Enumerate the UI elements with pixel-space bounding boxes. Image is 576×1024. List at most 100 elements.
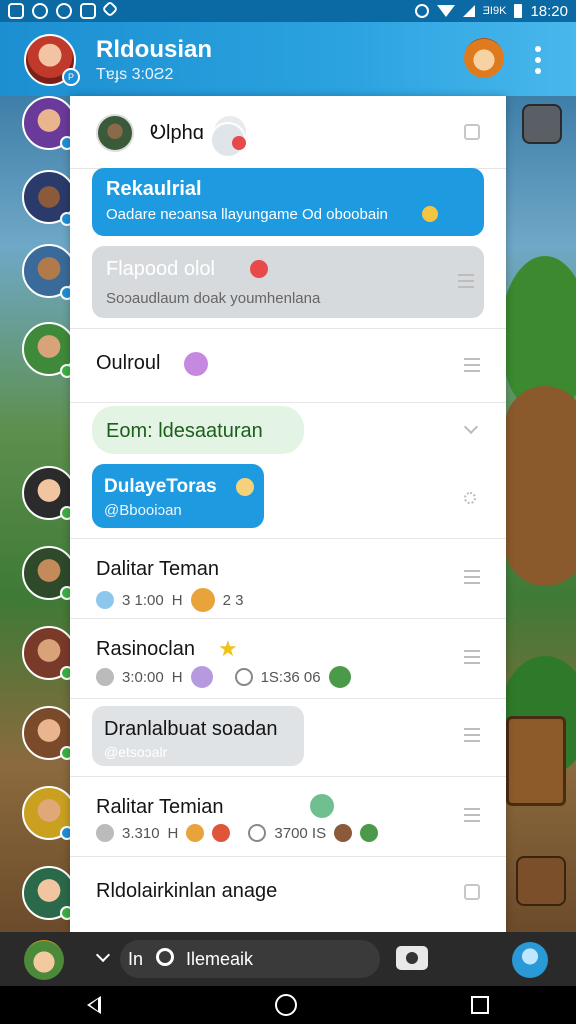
bubble-text: Soɔaudlaum doak youmhenlana <box>106 290 321 307</box>
chevron-down-icon[interactable] <box>463 419 479 435</box>
header-subtitle: Tɐɟs 3:0Ƨ2 <box>96 66 174 83</box>
camera-icon[interactable] <box>396 946 428 970</box>
emoji-icon <box>360 824 379 842</box>
header-title: Rldousian <box>96 36 213 63</box>
cartoon-creature <box>505 386 576 586</box>
star-button-top <box>522 104 562 144</box>
app-icon <box>56 3 72 19</box>
meta-count: 2 3 <box>222 591 244 609</box>
app-header: P Rldousian Tɐɟs 3:0Ƨ2 <box>0 22 576 96</box>
pill-text: Eom: ldesaaturan <box>106 420 263 442</box>
home-icon[interactable] <box>275 994 297 1016</box>
emoji-icon <box>184 352 208 376</box>
meta-time: 3:0:00 <box>122 668 164 686</box>
game-card <box>506 716 566 806</box>
meta-time: 3 1:00 <box>122 591 164 609</box>
checkbox-icon[interactable] <box>464 124 480 140</box>
contact-name: Rldolairkinlan anage <box>96 880 278 902</box>
contact-name: Oulroul <box>96 352 161 374</box>
chat-row[interactable]: Rldolairkinlan anage <box>70 856 506 932</box>
chat-meta: 3.310 H 3700 IS <box>96 824 379 842</box>
menu-lines-icon[interactable] <box>464 570 480 584</box>
bubble-title: DulayeToras <box>104 476 217 497</box>
image-icon <box>80 3 96 19</box>
coin-icon <box>212 824 231 842</box>
menu-lines-icon[interactable] <box>464 728 480 742</box>
meta-count: 3700 IS <box>274 824 327 842</box>
info-icon <box>96 668 114 686</box>
bubble-text: @Bbooiɔan <box>104 502 182 519</box>
chat-meta: 3:0:00 H 1S:36 06 <box>96 666 351 688</box>
recent-apps-icon[interactable] <box>471 996 489 1014</box>
contact-name: Dranlalbuat soadan <box>104 718 278 740</box>
meta-flag: H <box>171 668 183 686</box>
notification-icon <box>8 3 24 19</box>
profile-icon[interactable] <box>512 942 548 978</box>
status-bar: ƎI9K 18:20 <box>0 0 576 22</box>
bottom-bar: In Ilemeaik <box>0 932 576 986</box>
back-icon[interactable] <box>87 996 101 1014</box>
emoji-icon <box>236 478 254 496</box>
profile-badge: P <box>62 68 80 86</box>
chat-row[interactable]: Oulroul <box>70 328 506 402</box>
meta-time: 3.310 <box>122 824 160 842</box>
contact-name: Ralitar Temian <box>96 796 224 818</box>
meta-flag: H <box>171 591 183 609</box>
network-label: ƎI9K <box>482 5 507 17</box>
clock: 18:20 <box>530 2 568 20</box>
chat-row[interactable]: Rasinoclan ★ 3:0:00 H 1S:36 06 <box>70 618 506 698</box>
system-nav-bar <box>0 986 576 1024</box>
emoji-icon <box>232 136 246 150</box>
clock-icon <box>248 824 267 842</box>
checkbox-icon[interactable] <box>464 884 480 900</box>
chat-list-panel: Ꭷlphɑ Rekaulrial Oadare neɔansa llayunga… <box>70 96 506 932</box>
top-row[interactable]: Ꭷlphɑ <box>70 96 506 168</box>
star-button-bottom <box>516 856 566 906</box>
clock-icon <box>234 668 253 686</box>
menu-lines-icon[interactable] <box>464 808 480 822</box>
contact-name: Dalitar Teman <box>96 558 220 580</box>
search-label: Ilemeaik <box>186 949 254 969</box>
menu-lines-icon[interactable] <box>464 650 480 664</box>
menu-lines-icon[interactable] <box>464 358 480 372</box>
status-pill[interactable]: Eom: ldesaaturan <box>92 406 304 454</box>
meta-flag: H <box>167 824 179 842</box>
game-avatar-icon[interactable] <box>24 940 64 980</box>
location-icon <box>101 0 119 18</box>
bubble-text: @etsoɔalr <box>104 744 168 760</box>
chat-meta: 3 1:00 H 2 3 <box>96 588 243 612</box>
divider <box>70 698 506 699</box>
emoji-icon <box>422 206 438 222</box>
coin-icon <box>186 824 205 842</box>
message-bubble[interactable]: DulayeToras @Bbooiɔan <box>92 464 264 528</box>
sparkle-icon <box>464 492 476 504</box>
emoji-icon <box>310 794 334 818</box>
info-icon <box>96 824 114 842</box>
avatar[interactable] <box>96 114 134 152</box>
star-icon: ★ <box>218 636 238 661</box>
emoji-icon <box>250 260 268 278</box>
contact-name: Rasinoclan <box>96 638 195 660</box>
bubble-text: Oadare neɔansa llayungame Od oboobain <box>106 206 388 223</box>
top-row-label: Ꭷlphɑ <box>150 122 204 144</box>
search-field[interactable]: In Ilemeaik <box>120 940 380 978</box>
info-icon <box>96 591 114 609</box>
message-bubble[interactable]: Dranlalbuat soadan @etsoɔalr <box>92 706 304 766</box>
signal-icon <box>462 5 475 17</box>
overflow-menu-icon[interactable] <box>530 42 546 78</box>
wifi-icon <box>436 5 455 17</box>
search-prefix: In <box>128 949 144 969</box>
chevron-down-icon[interactable] <box>95 947 111 963</box>
message-bubble[interactable]: Rekaulrial Oadare neɔansa llayungame Od … <box>92 168 484 236</box>
chat-row[interactable]: Dalitar Teman 3 1:00 H 2 3 <box>70 538 506 618</box>
chat-row[interactable]: Ralitar Temian 3.310 H 3700 IS <box>70 776 506 856</box>
menu-lines-icon[interactable] <box>458 274 474 288</box>
search-icon <box>156 948 174 966</box>
game-character-icon[interactable] <box>464 38 504 78</box>
bubble-title: Flapood olol <box>106 258 215 280</box>
meta-count: 1S:36 06 <box>260 668 321 686</box>
message-bubble[interactable]: Flapood olol Soɔaudlaum doak youmhenlana <box>92 246 484 318</box>
sync-icon <box>32 3 48 19</box>
divider <box>70 402 506 403</box>
coin-icon <box>190 588 215 612</box>
